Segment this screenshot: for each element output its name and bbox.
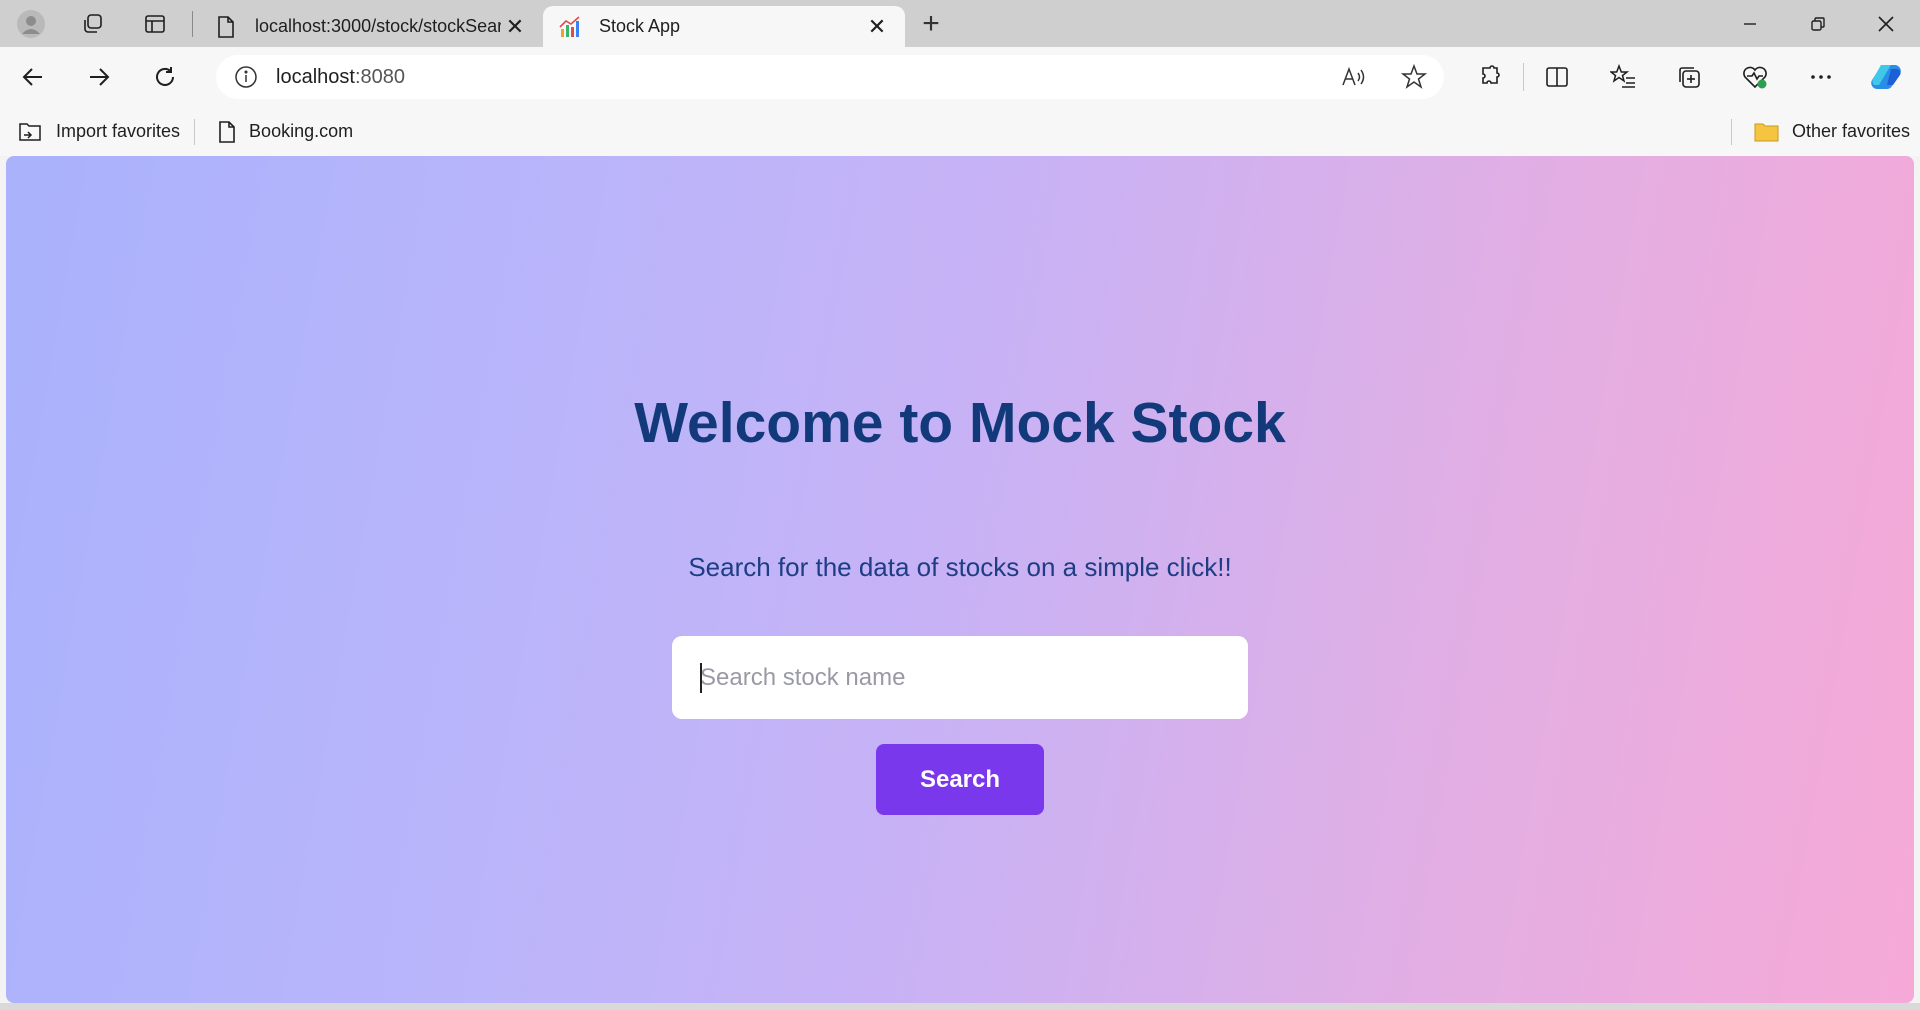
profile-avatar-icon[interactable]	[0, 0, 62, 47]
bookmark-booking[interactable]: Booking.com	[199, 114, 363, 150]
page-icon	[217, 120, 237, 144]
favorite-star-icon[interactable]	[1384, 64, 1444, 90]
page-viewport: Welcome to Mock Stock Search for the dat…	[6, 156, 1914, 1003]
collections-icon[interactable]	[1656, 47, 1722, 107]
favorites-list-icon[interactable]	[1590, 47, 1656, 107]
text-caret	[700, 663, 702, 693]
tab-stock-app[interactable]: Stock App ✕	[543, 6, 905, 47]
tab-title: Stock App	[599, 16, 681, 36]
minimize-icon[interactable]	[1716, 0, 1784, 47]
vertical-tabs-icon[interactable]	[124, 0, 186, 47]
url-port: :8080	[354, 65, 405, 88]
other-favorites-group: Other favorites	[1727, 114, 1920, 150]
bookmark-separator	[194, 118, 196, 145]
search-input[interactable]	[672, 636, 1248, 719]
page-subtitle: Search for the data of stocks on a simpl…	[688, 552, 1232, 582]
bookmark-label: Other favorites	[1791, 121, 1910, 141]
page-icon	[213, 14, 239, 40]
toolbar-right	[1457, 47, 1920, 107]
close-tab-icon[interactable]: ✕	[863, 13, 891, 41]
more-options-icon[interactable]	[1788, 47, 1854, 107]
tab-title: localhost:3000/stock/stockSearch	[255, 16, 501, 36]
url-host: localhost	[276, 65, 355, 88]
split-screen-icon[interactable]	[1524, 47, 1590, 107]
extensions-icon[interactable]	[1457, 47, 1523, 107]
close-tab-icon[interactable]: ✕	[501, 13, 529, 41]
page-title: Welcome to Mock Stock	[634, 391, 1286, 455]
folder-icon	[1754, 121, 1780, 143]
tab-localhost-3000[interactable]: localhost:3000/stock/stockSearch ✕	[199, 6, 543, 47]
new-tab-button[interactable]: +	[905, 0, 957, 47]
window-bottom-edge	[0, 1003, 1920, 1010]
bookmark-separator	[1730, 118, 1732, 145]
search-button[interactable]: Search	[876, 744, 1044, 815]
forward-icon[interactable]	[66, 47, 132, 107]
navigation-toolbar: localhost:8080	[0, 47, 1920, 107]
import-folder-icon	[18, 120, 44, 144]
browser-window: localhost:3000/stock/stockSearch ✕ Stock…	[0, 0, 1920, 1010]
window-controls	[1716, 0, 1920, 47]
favorites-bar: Import favorites Booking.com Other favor…	[0, 107, 1920, 156]
bookmark-label: Booking.com	[249, 121, 354, 141]
read-aloud-icon[interactable]	[1324, 64, 1384, 90]
tab-separator	[192, 10, 193, 37]
tab-strip: localhost:3000/stock/stockSearch ✕ Stock…	[0, 0, 1920, 47]
bookmark-import-favorites[interactable]: Import favorites	[0, 114, 190, 150]
address-bar-actions	[1324, 64, 1444, 90]
url-text[interactable]: localhost:8080	[276, 66, 405, 89]
copilot-icon[interactable]	[1854, 47, 1920, 107]
workspaces-icon[interactable]	[62, 0, 124, 47]
bookmark-other-favorites[interactable]: Other favorites	[1736, 114, 1920, 150]
back-icon[interactable]	[0, 47, 66, 107]
restore-icon[interactable]	[1784, 0, 1852, 47]
stock-chart-favicon	[557, 14, 583, 40]
bookmark-label: Import favorites	[56, 121, 181, 141]
browser-essentials-icon[interactable]	[1722, 47, 1788, 107]
refresh-icon[interactable]	[132, 47, 198, 107]
address-bar[interactable]: localhost:8080	[216, 55, 1444, 99]
close-window-icon[interactable]	[1852, 0, 1920, 47]
site-info-icon[interactable]	[216, 65, 276, 89]
